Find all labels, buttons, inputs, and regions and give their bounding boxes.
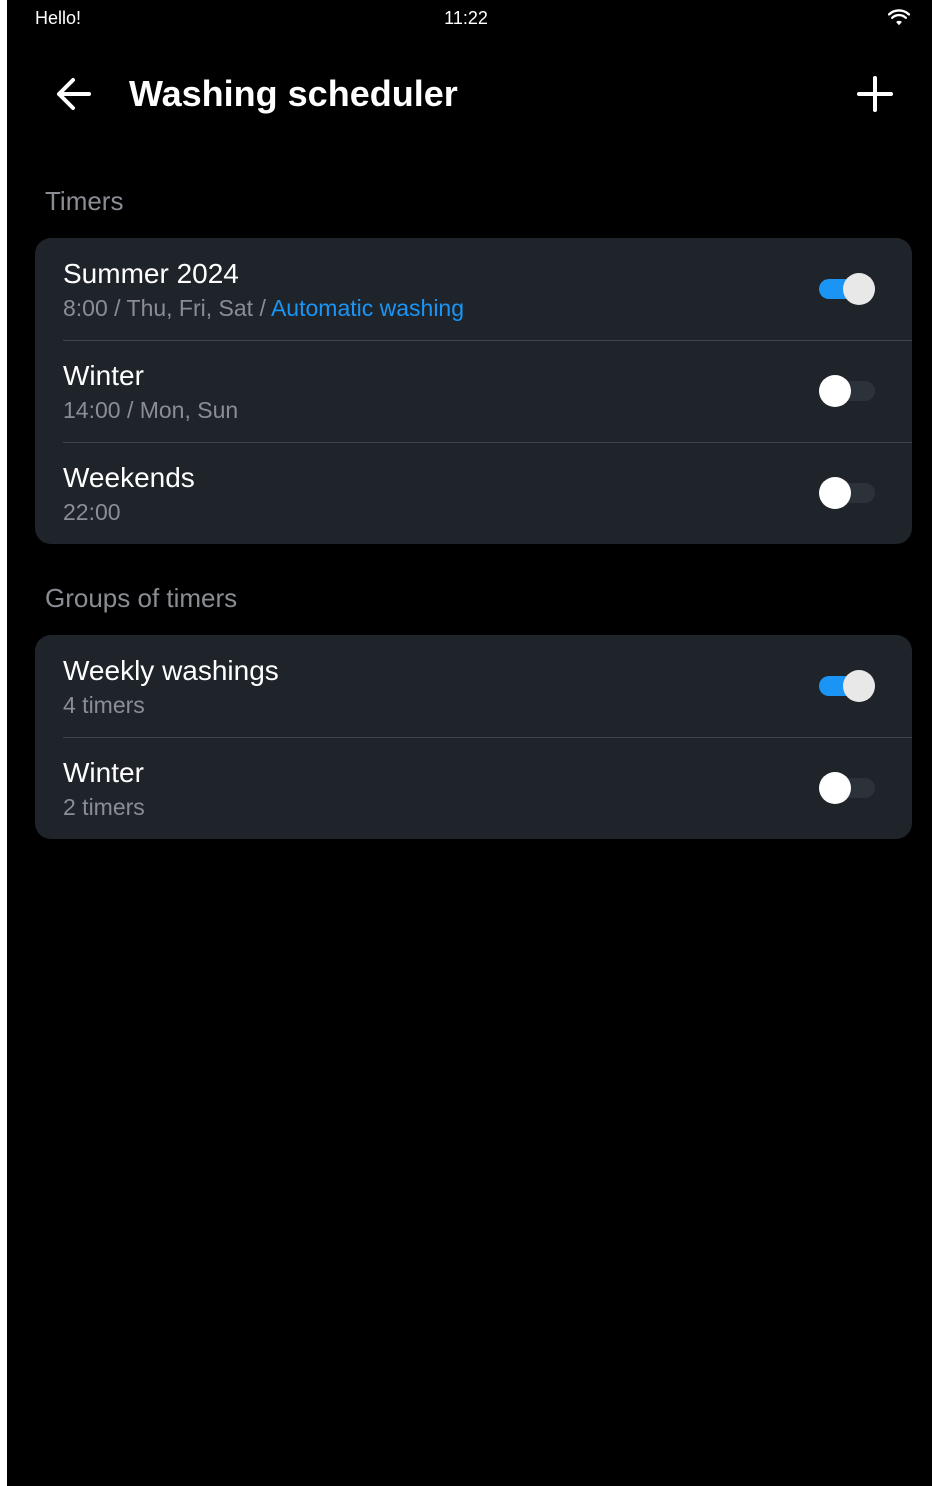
timers-card: Summer 2024 8:00 / Thu, Fri, Sat / Autom… xyxy=(35,238,912,544)
toggle-thumb xyxy=(819,375,851,407)
group-title: Weekly washings xyxy=(63,655,279,686)
add-button[interactable] xyxy=(847,70,903,118)
timer-subtitle: 14:00 / Mon, Sun xyxy=(63,397,239,423)
group-row-weekly-washings[interactable]: Weekly washings 4 timers xyxy=(35,635,912,737)
toggle-thumb xyxy=(819,772,851,804)
timer-subtitle: 8:00 / Thu, Fri, Sat / Automatic washing xyxy=(63,294,464,322)
page-title: Washing scheduler xyxy=(129,73,458,114)
app-bar: Washing scheduler xyxy=(7,50,932,140)
group-toggle-weekly-washings[interactable] xyxy=(819,670,875,702)
timer-row-weekends[interactable]: Weekends 22:00 xyxy=(35,442,912,544)
group-subtitle: 2 timers xyxy=(63,794,145,820)
toggle-thumb xyxy=(819,477,851,509)
group-title: Winter xyxy=(63,757,144,788)
arrow-left-icon xyxy=(57,78,91,110)
timer-row-winter[interactable]: Winter 14:00 / Mon, Sun xyxy=(35,340,912,442)
status-time: 11:22 xyxy=(444,8,488,28)
toggle-thumb xyxy=(843,273,875,305)
timer-toggle-winter[interactable] xyxy=(819,375,875,407)
status-bar: Hello! 11:22 xyxy=(7,0,932,36)
timer-schedule: 8:00 / Thu, Fri, Sat / xyxy=(63,295,271,321)
timer-subtitle: 22:00 xyxy=(63,499,121,525)
timer-toggle-weekends[interactable] xyxy=(819,477,875,509)
group-toggle-winter[interactable] xyxy=(819,772,875,804)
timer-toggle-summer-2024[interactable] xyxy=(819,273,875,305)
group-subtitle: 4 timers xyxy=(63,692,145,718)
timer-title: Winter xyxy=(63,360,144,391)
wifi-icon xyxy=(888,9,910,26)
screen: Hello! 11:22 Washing scheduler Timers Su… xyxy=(7,0,932,1486)
toggle-thumb xyxy=(843,670,875,702)
timer-row-summer-2024[interactable]: Summer 2024 8:00 / Thu, Fri, Sat / Autom… xyxy=(35,238,912,340)
section-header-timers: Timers xyxy=(45,186,124,216)
timer-title: Weekends xyxy=(63,462,195,493)
timer-mode: Automatic washing xyxy=(270,295,465,321)
group-row-winter[interactable]: Winter 2 timers xyxy=(35,737,912,839)
timer-title: Summer 2024 xyxy=(63,258,239,289)
back-button[interactable] xyxy=(43,70,103,118)
plus-icon xyxy=(857,76,893,112)
section-header-groups: Groups of timers xyxy=(45,583,238,613)
groups-card: Weekly washings 4 timers Winter 2 timers xyxy=(35,635,912,839)
